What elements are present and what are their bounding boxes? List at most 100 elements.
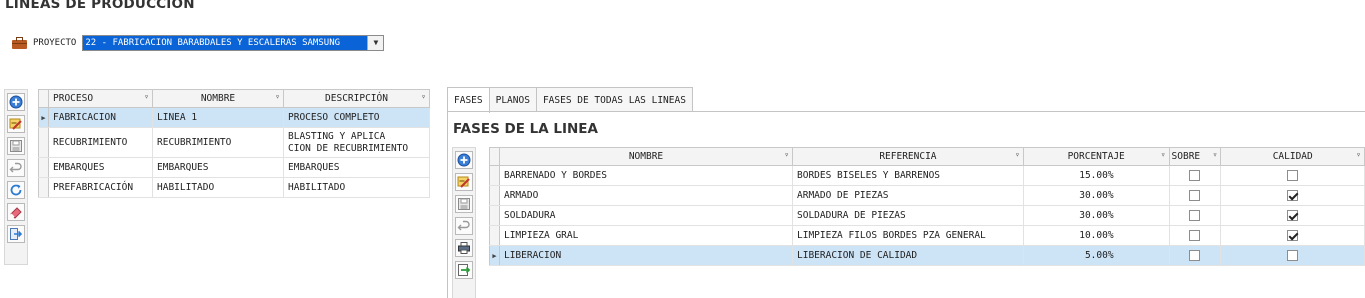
table-row[interactable]: SOLDADURA SOLDADURA DE PIEZAS 30.00% [489,205,1365,226]
filter-icon[interactable]: ▿ [275,92,280,101]
edit-button[interactable] [7,115,25,133]
column-header-descripcion[interactable]: DESCRIPCIÓN ▿ [283,89,430,108]
column-header-nombre[interactable]: NOMBRE ▿ [152,89,284,108]
cell-proceso[interactable]: RECUBRIMIENTO [48,127,153,158]
cell-nombre[interactable]: RECUBRIMIENTO [152,127,284,158]
phases-table: NOMBRE ▿ REFERENCIA ▿ PORCENTAJE ▿ SOBRE ▿ C… [489,147,1365,266]
filter-icon[interactable]: ▿ [1213,150,1218,159]
cell-porcentaje[interactable]: 30.00% [1023,205,1170,226]
save-button[interactable] [455,195,473,213]
cell-proceso[interactable]: PREFABRICACIÓN [48,177,153,198]
export-icon [458,264,471,276]
cell-nombre[interactable]: LINEA 1 [152,107,284,128]
calidad-checkbox[interactable] [1287,190,1299,201]
add-button[interactable] [7,93,25,111]
cell-descripcion[interactable]: EMBARQUES [283,157,430,178]
chevron-down-icon[interactable]: ▼ [367,35,384,50]
cell-proceso[interactable]: EMBARQUES [48,157,153,178]
table-row[interactable]: LIMPIEZA GRAL LIMPIEZA FILOS BORDES PZA G… [489,225,1365,246]
save-icon [458,198,470,210]
calidad-checkbox[interactable] [1287,210,1299,221]
table-row[interactable]: ARMADO ARMADO DE PIEZAS 30.00% [489,185,1365,206]
table-row[interactable]: ▶ FABRICACION LINEA 1 PROCESO COMPLETO [38,107,430,128]
cell-porcentaje[interactable]: 10.00% [1023,225,1170,246]
sobre-checkbox[interactable] [1189,250,1201,261]
cell-descripcion[interactable]: HABILITADO [283,177,430,198]
lines-toolbar [4,89,28,265]
briefcase-icon [12,36,27,49]
cell-nombre[interactable]: LIMPIEZA GRAL [499,225,794,246]
cell-referencia[interactable]: ARMADO DE PIEZAS [792,185,1024,206]
column-header-referencia[interactable]: REFERENCIA ▿ [792,147,1024,166]
project-combobox[interactable]: 22 - FABRICACION BARABDALES Y ESCALERAS … [82,34,385,51]
tab-fases-todas[interactable]: FASES DE TODAS LAS LINEAS [535,87,693,112]
filter-icon[interactable]: ▿ [1356,150,1361,159]
cell-nombre[interactable]: LIBERACION [499,245,794,266]
cell-porcentaje[interactable]: 15.00% [1023,165,1170,186]
cell-referencia[interactable]: LIBERACION DE CALIDAD [792,245,1024,266]
refresh-button[interactable] [7,181,25,199]
project-combobox-value[interactable]: 22 - FABRICACION BARABDALES Y ESCALERAS … [83,35,368,50]
cell-nombre[interactable]: HABILITADO [152,177,284,198]
undo-button[interactable] [455,217,473,235]
column-header-calidad[interactable]: CALIDAD ▿ [1220,147,1365,166]
erase-button[interactable] [7,203,25,221]
column-header-proceso[interactable]: PROCESO ▿ [48,89,153,108]
cell-nombre[interactable]: BARRENADO Y BORDES [499,165,794,186]
table-row[interactable]: EMBARQUES EMBARQUES EMBARQUES [38,157,430,178]
save-icon [10,140,22,152]
column-header-nombre[interactable]: NOMBRE ▿ [498,147,794,166]
column-header-sobre[interactable]: SOBRE ▿ [1168,147,1222,166]
table-row[interactable]: PREFABRICACIÓN HABILITADO HABILITADO [38,177,430,198]
edit-button[interactable] [455,173,473,191]
sobre-checkbox[interactable] [1189,190,1201,201]
add-button[interactable] [455,151,473,169]
export-button[interactable] [7,225,25,243]
filter-icon[interactable]: ▿ [1015,150,1020,159]
edit-icon [9,118,22,130]
tab-fases[interactable]: FASES [447,87,490,113]
undo-button[interactable] [7,159,25,177]
calidad-checkbox[interactable] [1287,250,1299,261]
refresh-icon [10,184,22,196]
cell-referencia[interactable]: SOLDADURA DE PIEZAS [792,205,1024,226]
row-indicator [489,205,500,226]
section-title: FASES DE LA LINEA [453,121,598,137]
cell-nombre[interactable]: EMBARQUES [152,157,284,178]
row-indicator [489,185,500,206]
row-indicator [489,225,500,246]
cell-porcentaje[interactable]: 30.00% [1023,185,1170,206]
page-title: LINEAS DE PRODUCCION [5,0,195,12]
row-indicator-icon: ▶ [38,107,49,128]
erase-icon [10,207,22,219]
cell-referencia[interactable]: LIMPIEZA FILOS BORDES PZA GENERAL [792,225,1024,246]
cell-referencia[interactable]: BORDES BISELES Y BARRENOS [792,165,1024,186]
cell-porcentaje[interactable]: 5.00% [1023,245,1170,266]
filter-icon[interactable]: ▿ [1161,150,1166,159]
cell-sobre [1169,225,1222,246]
print-button[interactable] [455,239,473,257]
sobre-checkbox[interactable] [1189,170,1201,181]
cell-nombre[interactable]: ARMADO [499,185,794,206]
cell-descripcion[interactable]: PROCESO COMPLETO [283,107,430,128]
table-row[interactable]: BARRENADO Y BORDES BORDES BISELES Y BARRE… [489,165,1365,186]
calidad-checkbox[interactable] [1287,230,1299,241]
table-row[interactable]: RECUBRIMIENTO RECUBRIMIENTO BLASTING Y A… [38,127,430,158]
sobre-checkbox[interactable] [1189,210,1201,221]
column-header-porcentaje[interactable]: PORCENTAJE ▿ [1022,147,1170,166]
tab-planos[interactable]: PLANOS [488,87,537,112]
cell-descripcion[interactable]: BLASTING Y APLICA CION DE RECUBRIMIENTO [283,127,430,158]
cell-proceso[interactable]: FABRICACION [48,107,153,128]
export-button[interactable] [455,261,473,279]
table-row[interactable]: ▶ LIBERACION LIBERACION DE CALIDAD 5.00% [489,245,1365,266]
filter-icon[interactable]: ▿ [784,150,789,159]
row-indicator [489,165,500,186]
save-button[interactable] [7,137,25,155]
filter-icon[interactable]: ▿ [144,92,149,101]
cell-nombre[interactable]: SOLDADURA [499,205,794,226]
sobre-checkbox[interactable] [1189,230,1201,241]
row-indicator-header [38,89,49,108]
calidad-checkbox[interactable] [1287,170,1299,181]
filter-icon[interactable]: ▿ [421,92,426,101]
lines-table: PROCESO ▿ NOMBRE ▿ DESCRIPCIÓN ▿ ▶ FABRICAC… [38,89,430,198]
